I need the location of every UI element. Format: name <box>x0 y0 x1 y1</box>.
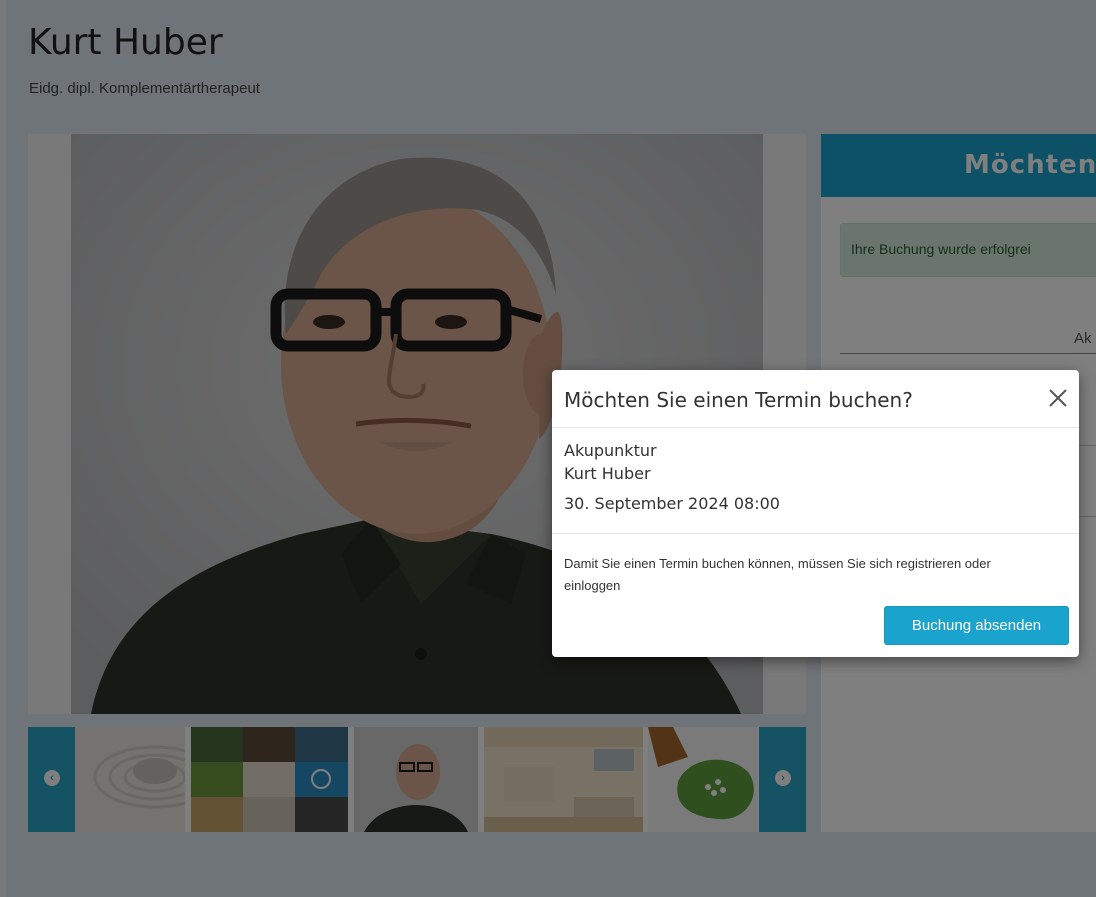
modal-info-text: Damit Sie einen Termin buchen können, mü… <box>564 556 991 593</box>
close-icon <box>1049 389 1067 407</box>
modal-title: Möchten Sie einen Termin buchen? <box>564 388 913 412</box>
close-button[interactable] <box>1046 386 1070 410</box>
modal-datetime: 30. September 2024 08:00 <box>564 494 780 513</box>
modal-treatment: Akupunktur <box>564 441 657 460</box>
modal-therapist: Kurt Huber <box>564 464 651 483</box>
modal-body-divider <box>552 533 1079 534</box>
submit-booking-button[interactable]: Buchung absenden <box>884 606 1069 645</box>
modal-header-divider <box>552 427 1079 428</box>
booking-modal: Möchten Sie einen Termin buchen? Akupunk… <box>552 370 1079 657</box>
